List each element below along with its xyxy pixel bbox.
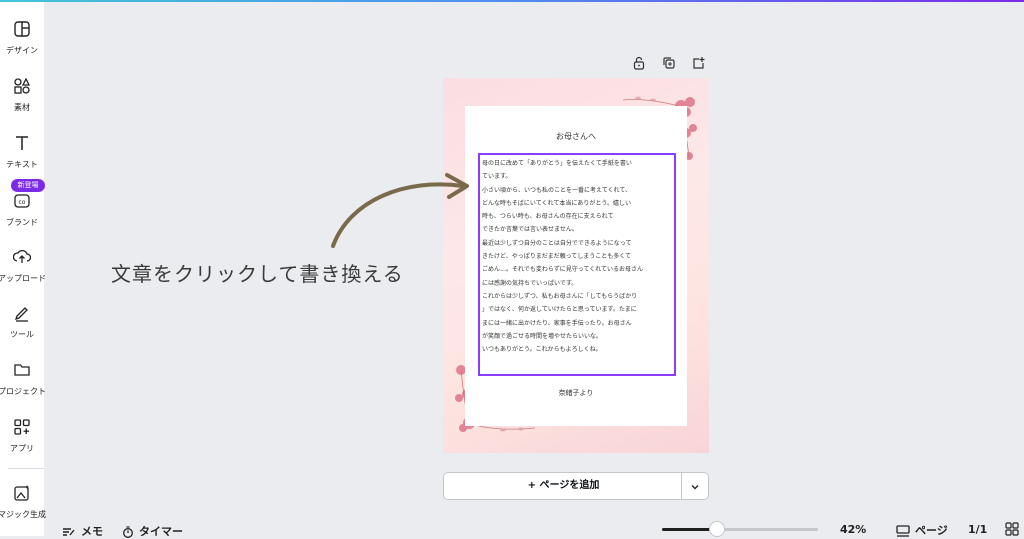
sidebar-item-design[interactable]: デザイン bbox=[0, 20, 44, 70]
zoom-level[interactable]: 42% bbox=[840, 523, 866, 536]
sidebar-item-magic-media[interactable]: マジック生成 bbox=[0, 484, 46, 534]
selected-text-box[interactable]: 母の日に改めて「ありがとう」を伝えたくて手紙を書い ています。小さい頃から、いつも… bbox=[478, 153, 676, 376]
sidebar-item-label: アプリ bbox=[10, 444, 34, 453]
brand-icon: co bbox=[14, 194, 30, 208]
duplicate-icon[interactable] bbox=[662, 56, 676, 70]
top-accent-line bbox=[0, 0, 1024, 2]
sidebar-item-label: アップロード bbox=[0, 274, 46, 283]
sidebar-item-label: デザイン bbox=[6, 46, 38, 55]
pages-icon bbox=[896, 525, 910, 537]
notes-button[interactable]: メモ bbox=[62, 523, 103, 539]
magic-media-icon bbox=[14, 485, 29, 501]
text-icon bbox=[16, 136, 28, 150]
svg-text:co: co bbox=[19, 199, 26, 206]
sidebar-item-label: テキスト bbox=[6, 160, 38, 169]
sidebar-item-label: ブランド bbox=[6, 218, 38, 227]
sidebar-item-brand[interactable]: co ブランド bbox=[0, 192, 44, 242]
letter-line: きたけど、やっぱりまだまだ頼ってしまうことも多くて bbox=[482, 253, 632, 261]
sidebar-item-label: プロジェクト bbox=[0, 387, 46, 396]
letter-paper: お母さんへ 母の日に改めて「ありがとう」を伝えたくて手紙を書い ています。小さい頃… bbox=[465, 106, 687, 426]
sidebar-divider bbox=[8, 468, 44, 469]
lock-icon[interactable] bbox=[632, 56, 646, 70]
zoom-slider-handle[interactable] bbox=[708, 521, 725, 537]
letter-body[interactable]: 母の日に改めて「ありがとう」を伝えたくて手紙を書い ています。小さい頃から、いつも… bbox=[482, 157, 672, 356]
add-page-icon[interactable] bbox=[691, 56, 705, 70]
letter-signature[interactable]: 奈緒子より bbox=[465, 388, 687, 398]
elements-icon bbox=[14, 77, 31, 94]
letter-line: 母の日に改めて「ありがとう」を伝えたくて手紙を書い bbox=[482, 160, 632, 167]
new-badge: 新登場 bbox=[11, 179, 45, 192]
add-page-label: + ページを追加 bbox=[527, 480, 600, 491]
zoom-slider[interactable] bbox=[662, 528, 818, 531]
design-icon bbox=[14, 21, 30, 37]
add-page-button[interactable]: + ページを追加 bbox=[443, 472, 682, 500]
letter-line: 時も、つらい時も、お母さんの存在に支えられて bbox=[482, 213, 614, 221]
grid-view-icon[interactable] bbox=[1005, 522, 1019, 536]
letter-line: いつもありがとう。これからもよろしくね。 bbox=[482, 346, 602, 354]
sidebar-item-text[interactable]: テキスト bbox=[0, 134, 44, 184]
letter-line: まには一緒に出かけたり、家事を手伝ったり。お母さん bbox=[482, 319, 632, 327]
letter-line: ています。 bbox=[482, 173, 512, 181]
add-page-options-button[interactable] bbox=[681, 472, 709, 500]
letter-line: これからは少しずつ、私もお母さんに「してもらうばかり bbox=[482, 292, 638, 300]
sidebar-item-label: マジック生成 bbox=[0, 510, 46, 519]
design-page[interactable]: お母さんへ 母の日に改めて「ありがとう」を伝えたくて手紙を書い ています。小さい頃… bbox=[443, 78, 709, 453]
letter-line: 最近は少しずつ自分のことは自分でできるようになって bbox=[482, 239, 632, 247]
timer-icon bbox=[123, 526, 133, 538]
annotation-text: 文章をクリックして書き換える bbox=[111, 264, 404, 286]
sidebar-item-label: ツール bbox=[10, 330, 34, 339]
sidebar-item-projects[interactable]: プロジェクト bbox=[0, 361, 46, 411]
letter-line: 小さい頃から、いつも私のことを一番に考えてくれて、 bbox=[482, 186, 632, 194]
letter-line: 」ではなく、何か返していけたらと思っています。たまに bbox=[482, 306, 637, 314]
timer-label: タイマー bbox=[139, 525, 183, 538]
letter-line: できたか言葉では言い表せません。 bbox=[482, 226, 578, 234]
left-sidebar: デザイン 素材 テキスト 新登場 co ブランド アップロード ツール プロジェ… bbox=[0, 2, 46, 536]
letter-line: どんな時もそばにいてくれて本当にありがとう。嬉しい bbox=[482, 199, 631, 207]
chevron-down-icon bbox=[691, 485, 699, 490]
letter-title[interactable]: お母さんへ bbox=[465, 131, 687, 142]
timer-button[interactable]: タイマー bbox=[122, 523, 183, 539]
annotation-arrow bbox=[331, 173, 469, 248]
notes-label: メモ bbox=[81, 525, 103, 538]
sidebar-item-upload[interactable]: アップロード bbox=[0, 248, 46, 298]
pages-label: ページ bbox=[915, 524, 948, 537]
sidebar-item-elements[interactable]: 素材 bbox=[0, 77, 44, 127]
letter-line: が笑顔で過ごせる時間を増やせたらいいな。 bbox=[482, 332, 603, 340]
apps-icon bbox=[14, 419, 30, 435]
sidebar-item-apps[interactable]: アプリ bbox=[0, 418, 44, 468]
upload-icon bbox=[13, 249, 31, 263]
letter-line: には感謝の気持ちでいっぱいです。 bbox=[482, 279, 578, 287]
sidebar-item-draw[interactable]: ツール bbox=[0, 304, 44, 354]
page-count[interactable]: 1/1 bbox=[968, 523, 987, 536]
letter-line: ごめん…。それでも変わらずに見守ってくれているお母さん bbox=[482, 266, 644, 274]
folder-icon bbox=[14, 364, 30, 376]
draw-icon bbox=[14, 307, 28, 322]
sidebar-item-label: 素材 bbox=[14, 103, 30, 112]
